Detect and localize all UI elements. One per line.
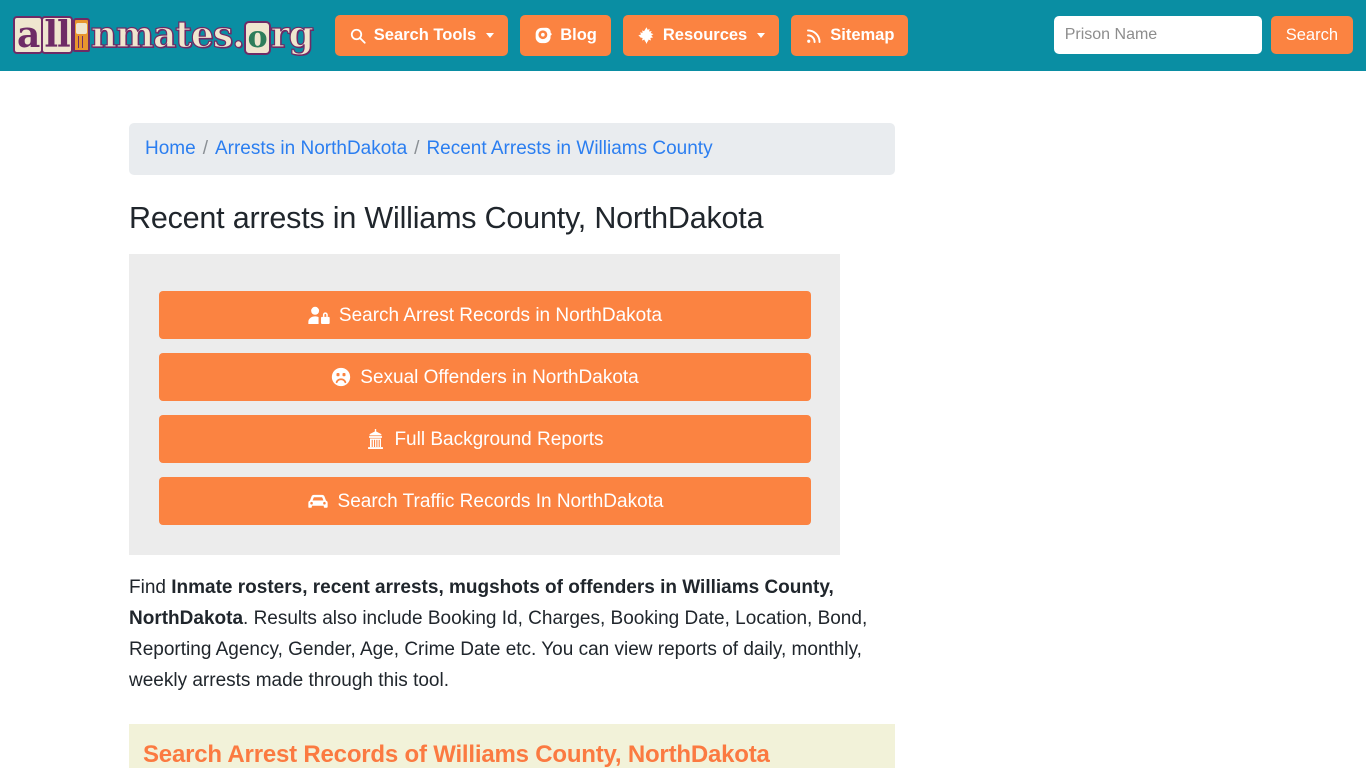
nav-search-tools-label: Search Tools bbox=[373, 26, 477, 45]
lead-prefix: Find bbox=[129, 577, 172, 598]
jail-building-icon bbox=[366, 429, 385, 449]
search-input[interactable] bbox=[1053, 16, 1262, 54]
search-traffic-records-button[interactable]: Search Traffic Records In NorthDakota bbox=[159, 477, 811, 525]
rss-feed-icon bbox=[805, 27, 823, 45]
breadcrumb-item-home[interactable]: Home bbox=[145, 138, 196, 160]
logo-text-rg: rg bbox=[270, 14, 314, 56]
lead-paragraph: Find Inmate rosters, recent arrests, mug… bbox=[129, 572, 895, 696]
sexual-offenders-label: Sexual Offenders in NorthDakota bbox=[360, 366, 639, 388]
sexual-offenders-button[interactable]: Sexual Offenders in NorthDakota bbox=[159, 353, 811, 401]
user-lock-icon bbox=[308, 306, 330, 325]
blogger-b-icon bbox=[534, 26, 553, 45]
full-background-reports-button[interactable]: Full Background Reports bbox=[159, 415, 811, 463]
section-heading: Search Arrest Records of Williams County… bbox=[143, 741, 770, 768]
logo-letter-a: a bbox=[13, 16, 44, 55]
frowning-face-icon bbox=[331, 367, 351, 387]
chevron-down-icon bbox=[757, 33, 766, 38]
full-background-reports-label: Full Background Reports bbox=[394, 428, 604, 450]
nav-resources-button[interactable]: Resources bbox=[622, 15, 780, 56]
header-search-form: Search bbox=[1053, 16, 1353, 54]
site-logo-link[interactable]: a ll nmates. o rg bbox=[13, 14, 314, 58]
chevron-down-icon bbox=[486, 33, 495, 38]
section-heading-box: Search Arrest Records of Williams County… bbox=[129, 724, 895, 768]
search-arrest-records-label: Search Arrest Records in NorthDakota bbox=[338, 304, 663, 326]
site-logo: a ll nmates. o rg bbox=[13, 14, 314, 56]
logo-letters-ll: ll bbox=[41, 16, 73, 55]
breadcrumb-separator: / bbox=[202, 138, 208, 159]
page-content: Home / Arrests in NorthDakota / Recent A… bbox=[0, 123, 1366, 768]
logo-text-nmates: nmates. bbox=[90, 14, 245, 56]
search-traffic-records-label: Search Traffic Records In NorthDakota bbox=[337, 490, 664, 512]
search-submit-button[interactable]: Search bbox=[1270, 16, 1353, 54]
site-header: a ll nmates. o rg Search Tools Blog Reso… bbox=[0, 0, 1366, 71]
maple-leaf-icon bbox=[637, 26, 656, 45]
nav-sitemap-label: Sitemap bbox=[830, 26, 895, 45]
car-icon bbox=[307, 492, 329, 510]
nav-blog-label: Blog bbox=[560, 26, 597, 45]
breadcrumb: Home / Arrests in NorthDakota / Recent A… bbox=[129, 123, 895, 175]
primary-navigation: Search Tools Blog Resources Sitemap bbox=[334, 15, 909, 56]
nav-resources-label: Resources bbox=[662, 26, 748, 45]
breadcrumb-separator: / bbox=[414, 138, 420, 159]
nav-search-tools-button[interactable]: Search Tools bbox=[334, 15, 509, 56]
action-buttons-panel: Search Arrest Records in NorthDakota Sex… bbox=[129, 254, 840, 555]
prison-tower-icon bbox=[72, 18, 90, 52]
search-arrest-records-button[interactable]: Search Arrest Records in NorthDakota bbox=[159, 291, 811, 339]
magnifier-icon bbox=[349, 27, 367, 45]
page-title: Recent arrests in Williams County, North… bbox=[129, 201, 764, 235]
breadcrumb-item-recent-arrests-in-williams-county[interactable]: Recent Arrests in Williams County bbox=[426, 138, 712, 160]
nav-sitemap-button[interactable]: Sitemap bbox=[791, 15, 909, 56]
breadcrumb-item-arrests-in-northdakota[interactable]: Arrests in NorthDakota bbox=[215, 138, 407, 160]
nav-blog-button[interactable]: Blog bbox=[520, 15, 611, 56]
logo-letter-o: o bbox=[243, 21, 271, 55]
